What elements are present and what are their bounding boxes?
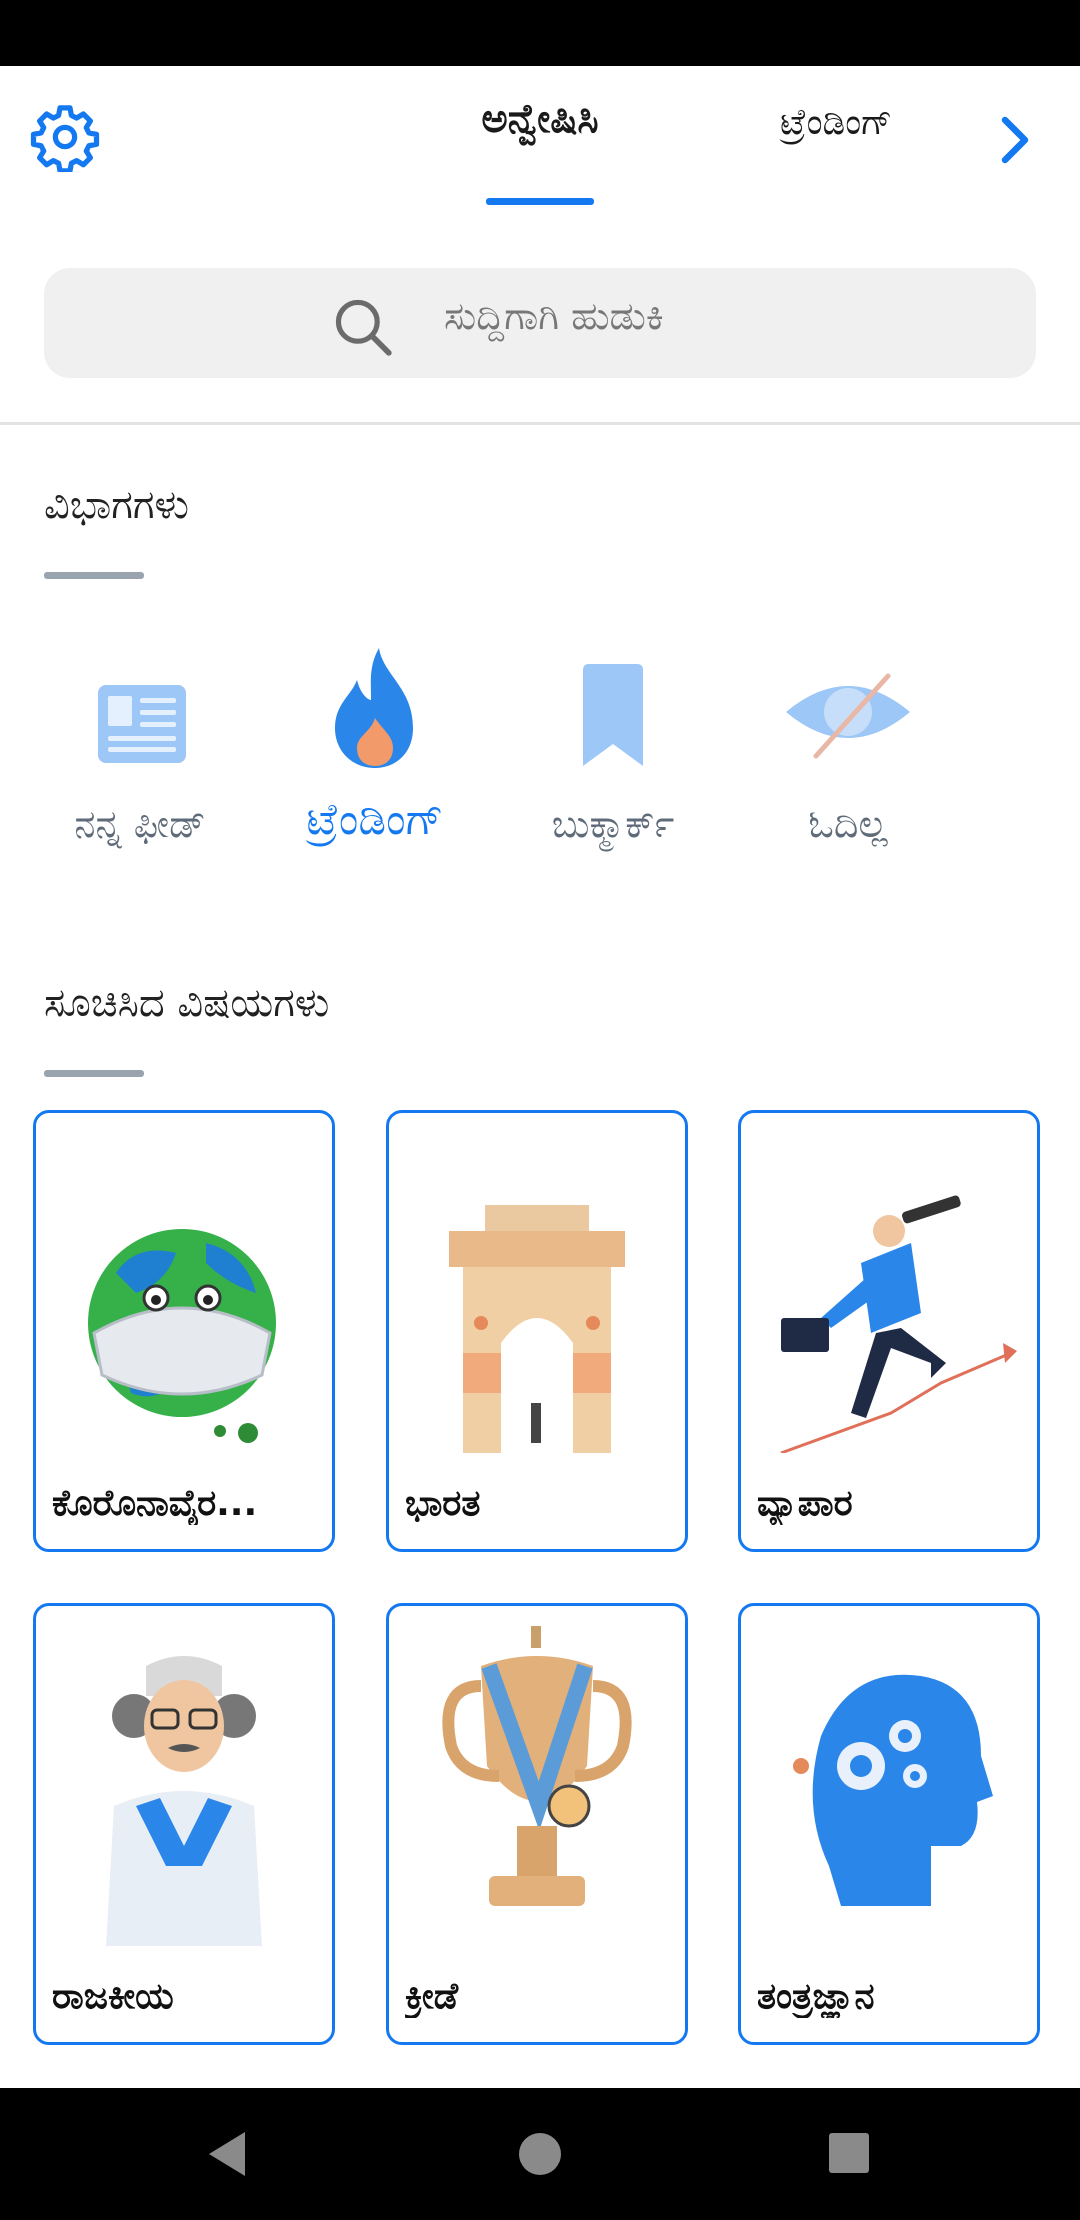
top-bar: ಅನ್ವೇಷಿಸಿ ಟ್ರೆಂಡಿಂಗ್: [0, 66, 1080, 216]
category-label: ಟ್ರೆಂಡಿಂಗ್: [306, 794, 444, 845]
search-icon: [335, 299, 392, 356]
section-underline: [44, 572, 144, 579]
trophy-illustration: [442, 1626, 632, 1906]
home-icon[interactable]: [518, 2132, 562, 2176]
back-icon[interactable]: [205, 2130, 249, 2178]
search-input[interactable]: ಸುದ್ದಿಗಾಗಿ ಹುಡುಕಿ: [44, 268, 1036, 378]
globe-mask-illustration: [88, 1229, 276, 1443]
topic-card-coronavirus[interactable]: ಕೊರೊನಾವೈರ...: [33, 1110, 335, 1552]
newspaper-icon: [98, 685, 186, 763]
topic-card-business[interactable]: ವ್ಯಾಪಾರ: [738, 1110, 1040, 1552]
topic-label: ವ್ಯಾಪಾರ: [757, 1483, 853, 1524]
topic-card-politics[interactable]: ರಾಜಕೀಯ: [33, 1603, 335, 2045]
tab-trending[interactable]: ಟ್ರೆಂಡಿಂಗ್: [780, 102, 892, 144]
topic-card-technology[interactable]: ತಂತ್ರಜ್ಞಾನ: [738, 1603, 1040, 2045]
categories-title: ವಿಭಾಗಗಳು: [44, 482, 189, 528]
category-label: ಓದಿಲ್ಲ: [808, 802, 888, 846]
section-underline: [44, 1070, 144, 1077]
system-nav-bar: [0, 2088, 1080, 2220]
recent-apps-icon[interactable]: [828, 2132, 870, 2174]
topics-title: ಸೂಚಿಸಿದ ವಿಷಯಗಳು: [44, 980, 330, 1026]
tab-explore[interactable]: ಅನ್ವೇಷಿಸಿ: [400, 96, 680, 142]
flame-icon: [335, 648, 413, 768]
india-gate-illustration: [449, 1205, 625, 1453]
businessman-illustration: [780, 1195, 1017, 1453]
topic-label: ಕೊರೊನಾವೈರ...: [52, 1483, 258, 1524]
topic-label: ರಾಜಕೀಯ: [52, 1976, 174, 2017]
topic-label: ತಂತ್ರಜ್ಞಾನ: [757, 1976, 875, 2017]
chevron-right-icon[interactable]: [990, 110, 1040, 170]
category-bookmark[interactable]: ಬುಕ್ಮಾರ್ಕ್: [503, 640, 723, 847]
category-label: ನನ್ನ ಫೀಡ್: [74, 802, 206, 846]
active-tab-indicator: [486, 198, 594, 205]
status-bar: [0, 0, 1080, 66]
gear-icon[interactable]: [30, 102, 100, 172]
category-trending[interactable]: ಟ್ರೆಂಡಿಂಗ್: [265, 640, 485, 845]
category-unread[interactable]: ಓದಿಲ್ಲ: [738, 640, 958, 847]
topic-card-india[interactable]: ಭಾರತ: [386, 1110, 688, 1552]
category-my-feed[interactable]: ನನ್ನ ಫೀಡ್: [30, 640, 250, 847]
category-label: ಬುಕ್ಮಾರ್ಕ್: [551, 802, 675, 846]
politician-illustration: [106, 1656, 262, 1946]
divider: [0, 422, 1080, 425]
search-placeholder: ಸುದ್ದಿಗಾಗಿ ಹುಡುಕಿ: [444, 294, 664, 338]
topic-label: ಭಾರತ: [405, 1483, 481, 1524]
topic-card-sports[interactable]: ಕ್ರೀಡೆ: [386, 1603, 688, 2045]
topic-label: ಕ್ರೀಡೆ: [405, 1976, 459, 2017]
bookmark-icon: [583, 664, 643, 766]
head-gears-illustration: [793, 1674, 993, 1906]
eye-off-icon: [786, 673, 910, 759]
